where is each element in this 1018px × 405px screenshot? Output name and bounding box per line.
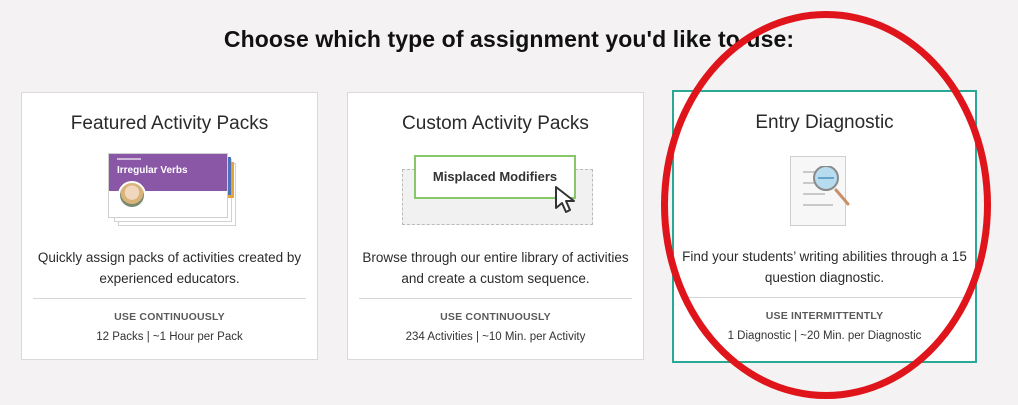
avatar — [118, 181, 146, 209]
card-divider — [33, 298, 306, 299]
cursor-icon — [555, 186, 575, 213]
featured-activity-packs-card[interactable]: Featured Activity Packs Irregular Verbs … — [21, 92, 318, 360]
card-title: Custom Activity Packs — [402, 113, 589, 134]
card-title: Featured Activity Packs — [70, 113, 269, 134]
pack-sheet-front: Irregular Verbs — [108, 153, 228, 218]
card-stats: 234 Activities | ~10 Min. per Activity — [405, 331, 586, 343]
activity-chip: Misplaced Modifiers — [414, 155, 576, 199]
activity-chip-label: Misplaced Modifiers — [432, 169, 558, 184]
usage-frequency: USE CONTINUOUSLY — [114, 311, 225, 323]
pack-header-line — [117, 158, 141, 160]
card-divider — [359, 298, 632, 299]
custom-activity-packs-card[interactable]: Custom Activity Packs Misplaced Modifier… — [347, 92, 644, 360]
card-description: Browse through our entire library of act… — [362, 250, 629, 286]
annotation-circle — [661, 11, 991, 399]
pack-label: Irregular Verbs — [117, 165, 188, 176]
card-description: Quickly assign packs of activities creat… — [37, 250, 302, 286]
custom-sequence-icon: Misplaced Modifiers — [402, 151, 597, 226]
activity-pack-stack-icon: Irregular Verbs — [108, 153, 238, 228]
usage-frequency: USE CONTINUOUSLY — [440, 311, 551, 323]
card-stats: 12 Packs | ~1 Hour per Pack — [96, 331, 243, 343]
